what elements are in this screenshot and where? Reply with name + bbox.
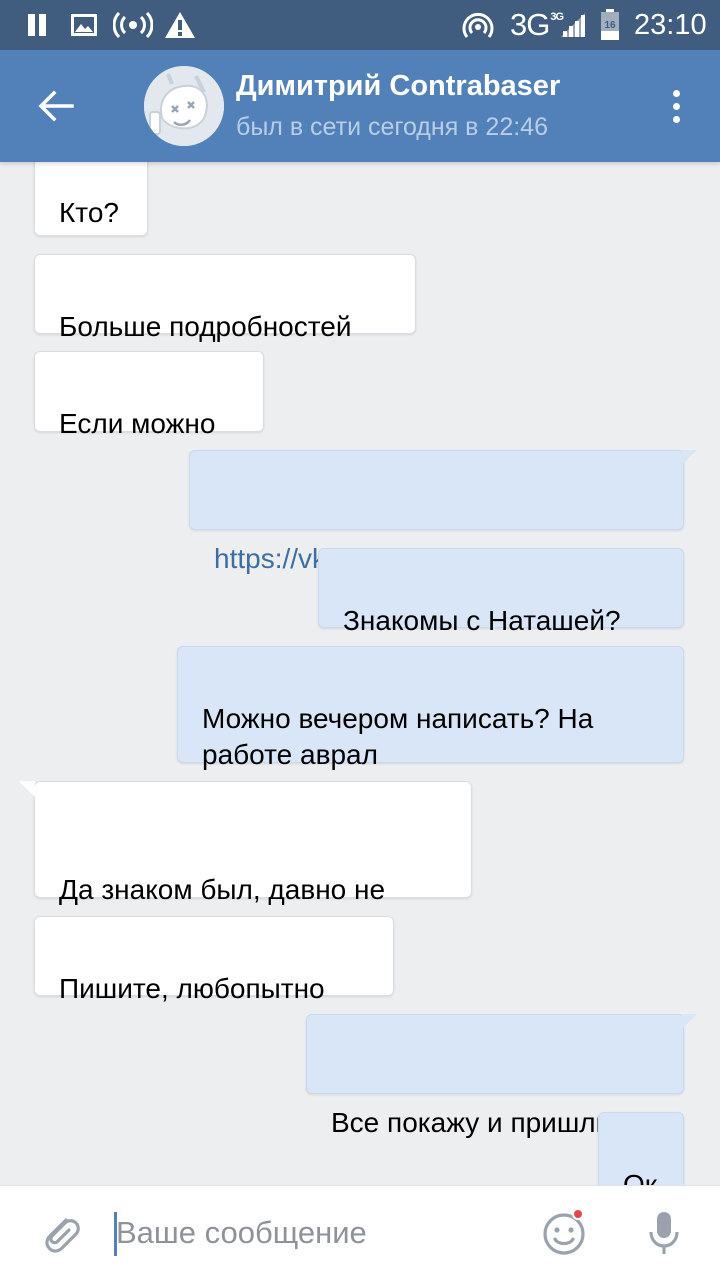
message-text: Ок: [623, 1169, 658, 1185]
battery-icon: 16: [598, 0, 622, 50]
message-text: Больше подробностей: [59, 311, 352, 342]
message-input[interactable]: [112, 1206, 512, 1260]
back-button[interactable]: [26, 76, 86, 136]
message-outgoing[interactable]: Ок: [598, 1112, 684, 1185]
pause-icon: [22, 0, 52, 50]
contact-name[interactable]: Димитрий Contrabaser: [236, 70, 560, 103]
avatar[interactable]: [144, 66, 224, 146]
warning-icon: [164, 0, 196, 50]
message-text: Знакомы с Наташей?: [343, 605, 621, 636]
clock: 23:10: [634, 8, 707, 41]
message-incoming[interactable]: Если можно: [34, 351, 264, 439]
message-text: Все покажу и пришлю: [331, 1107, 617, 1138]
message-outgoing[interactable]: Можно вечером написать? На работе аврал: [177, 646, 684, 770]
message-text: Если можно: [59, 408, 216, 439]
message-outgoing[interactable]: Знакомы с Наташей?: [318, 548, 684, 636]
battery-level: 16: [604, 20, 616, 31]
voice-message-button[interactable]: [642, 1206, 686, 1260]
cast-icon: [462, 0, 494, 50]
message-incoming[interactable]: Больше подробностей: [34, 254, 416, 342]
message-composer: [0, 1185, 720, 1280]
contact-last-seen: был в сети сегодня в 22:46: [236, 113, 548, 141]
network-type: 3G 3G: [510, 7, 564, 42]
message-list[interactable]: Кто? Больше подробностей Если можно http…: [0, 0, 720, 1185]
bubble-tail: [19, 781, 35, 797]
chat-header: Димитрий Contrabaser был в сети сегодня …: [0, 50, 720, 162]
chat-screen: Кто? Больше подробностей Если можно http…: [0, 0, 720, 1280]
more-options-button[interactable]: [654, 80, 698, 132]
microphone-icon: [649, 1212, 679, 1254]
message-outgoing-link[interactable]: https://vk.com/n.chebaevskaya: [189, 450, 697, 574]
back-arrow-icon: [38, 90, 74, 122]
message-text: Можно вечером написать? На работе аврал: [202, 703, 594, 770]
attach-icon: [45, 1218, 80, 1253]
avatar-image: [144, 66, 224, 146]
attach-button[interactable]: [36, 1208, 84, 1256]
hotspot-icon: [112, 0, 154, 50]
message-incoming[interactable]: Пишите, любопытно: [34, 916, 394, 1004]
bubble-tail: [681, 450, 697, 466]
message-text: Кто?: [59, 197, 119, 228]
message-text: Пишите, любопытно: [59, 973, 325, 1004]
bubble-tail: [681, 1014, 697, 1030]
notification-dot: [572, 1208, 584, 1220]
message-outgoing[interactable]: Все покажу и пришлю: [306, 1014, 697, 1138]
status-bar: 3G 3G 16 23:10: [0, 0, 720, 50]
signal-icon: [558, 0, 588, 50]
message-incoming[interactable]: Да знаком был, давно не пересекались: [19, 781, 472, 941]
image-icon: [70, 0, 98, 50]
more-vertical-icon: [672, 89, 680, 97]
